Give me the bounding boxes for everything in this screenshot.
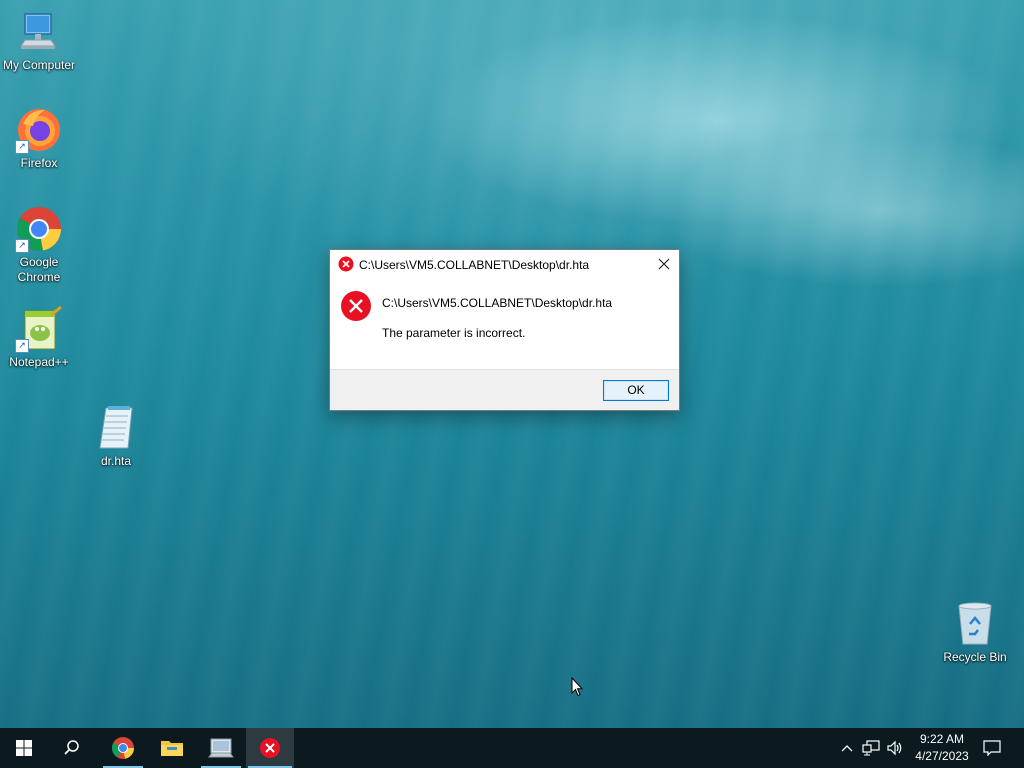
- close-button[interactable]: [649, 250, 679, 278]
- chrome-icon: [112, 737, 134, 759]
- desktop-icon-label: Google Chrome: [17, 255, 61, 284]
- notepadpp-icon: ↗: [15, 305, 63, 353]
- search-button[interactable]: [48, 728, 96, 768]
- dialog-titlebar[interactable]: C:\Users\VM5.COLLABNET\Desktop\dr.hta: [330, 250, 679, 278]
- desktop-icon-label: Recycle Bin: [943, 650, 1007, 664]
- dialog-message: The parameter is incorrect.: [382, 326, 526, 340]
- taskbar-error-dialog-button[interactable]: [246, 728, 294, 768]
- volume-button[interactable]: [884, 728, 906, 768]
- desktop-icon-label: My Computer: [2, 58, 76, 72]
- desktop-icon-my-computer[interactable]: My Computer: [0, 8, 78, 73]
- desktop-icon-google-chrome[interactable]: ↗ Google Chrome: [0, 205, 78, 285]
- desktop-icon-recycle-bin[interactable]: Recycle Bin: [936, 600, 1014, 665]
- search-icon: [64, 740, 79, 755]
- error-icon-large: [340, 290, 372, 325]
- clock-date: 4/27/2023: [915, 749, 969, 763]
- ok-button[interactable]: OK: [603, 380, 669, 401]
- error-icon: [260, 738, 280, 758]
- desktop-icon-label: Notepad++: [9, 355, 69, 369]
- taskbar: 9:22 AM 4/27/2023: [0, 728, 1024, 768]
- taskbar-file-explorer-button[interactable]: [148, 728, 196, 768]
- desktop-icon-label: Firefox: [20, 156, 58, 170]
- desktop-icon-notepadpp[interactable]: ↗ Notepad++: [0, 305, 78, 370]
- show-hidden-icons-button[interactable]: [838, 728, 856, 768]
- error-icon: [338, 256, 354, 275]
- shortcut-arrow-icon: ↗: [15, 239, 29, 253]
- volume-icon: [887, 740, 902, 756]
- shortcut-arrow-icon: ↗: [15, 140, 29, 154]
- error-dialog: C:\Users\VM5.COLLABNET\Desktop\dr.hta C:…: [329, 249, 680, 411]
- notification-icon: [983, 740, 1001, 756]
- desktop-icon-firefox[interactable]: ↗ Firefox: [0, 106, 78, 171]
- desktop-icon-dr-hta[interactable]: dr.hta: [77, 404, 155, 469]
- taskbar-chrome-button[interactable]: [99, 728, 147, 768]
- close-icon: [658, 258, 670, 270]
- taskbar-clock[interactable]: 9:22 AM 4/27/2023: [912, 731, 972, 765]
- dialog-title: C:\Users\VM5.COLLABNET\Desktop\dr.hta: [359, 258, 590, 272]
- network-button[interactable]: [860, 728, 882, 768]
- dialog-footer: OK: [330, 369, 679, 410]
- action-center-button[interactable]: [972, 728, 1012, 768]
- clock-time: 9:22 AM: [919, 732, 965, 746]
- computer-icon: [15, 8, 63, 56]
- chrome-icon: ↗: [15, 205, 63, 253]
- start-button[interactable]: [0, 728, 48, 768]
- file-explorer-icon: [161, 741, 183, 756]
- firefox-icon: ↗: [15, 106, 63, 154]
- network-icon: [862, 740, 880, 756]
- taskbar-mshta-button[interactable]: [197, 728, 245, 768]
- mouse-cursor-icon: [571, 676, 584, 700]
- hta-file-icon: [92, 404, 140, 452]
- dialog-path-text: C:\Users\VM5.COLLABNET\Desktop\dr.hta: [382, 296, 613, 310]
- recycle-bin-icon: [951, 600, 999, 648]
- mshta-icon: [208, 738, 234, 758]
- shortcut-arrow-icon: ↗: [15, 339, 29, 353]
- start-icon: [16, 740, 32, 756]
- desktop-icon-label: dr.hta: [100, 454, 132, 468]
- chevron-up-icon: [841, 745, 853, 752]
